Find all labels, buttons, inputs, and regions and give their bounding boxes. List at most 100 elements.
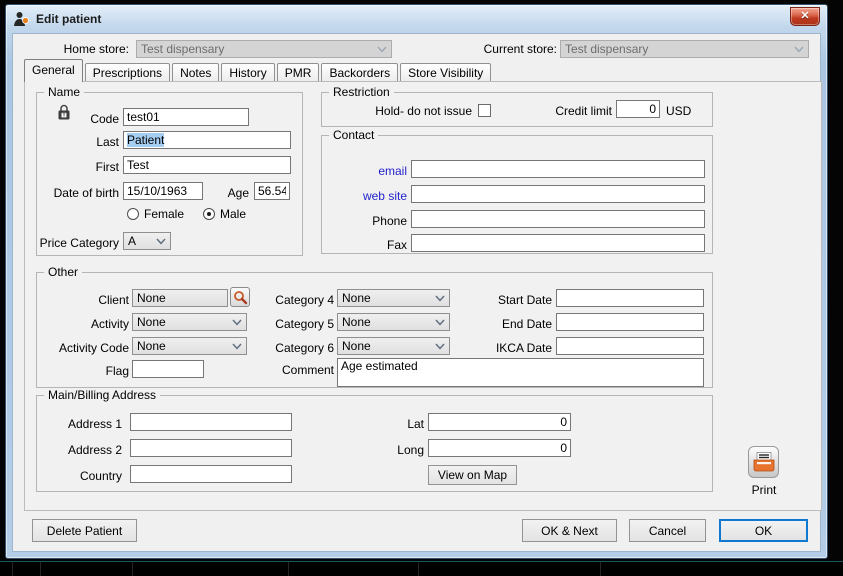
other-group-legend: Other [44,265,82,279]
category4-select[interactable]: None [337,289,450,307]
tab-notes[interactable]: Notes [172,63,219,82]
tab-prescriptions[interactable]: Prescriptions [85,63,170,82]
chevron-down-icon [156,238,166,245]
contact-group-legend: Contact [329,128,378,142]
tab-bar: General Prescriptions Notes History PMR … [24,60,493,82]
credit-limit-field[interactable] [616,100,660,118]
flag-field[interactable] [132,360,204,378]
ikca-date-field[interactable] [556,337,704,355]
ok-next-button[interactable]: OK & Next [522,519,617,542]
ok-button[interactable]: OK [719,519,808,542]
country-field[interactable] [130,465,292,483]
website-label[interactable]: web site [322,187,407,205]
address1-field[interactable] [130,413,292,431]
window-title: Edit patient [36,12,790,26]
price-category-select[interactable]: A [123,232,171,250]
chevron-down-icon [435,343,445,350]
email-field[interactable] [411,160,705,178]
female-radio[interactable]: Female [127,205,184,223]
long-field[interactable] [428,439,571,457]
contact-group: Contact email web site Phone Fax [321,135,713,254]
code-label: Code [37,110,119,128]
tab-general[interactable]: General [24,59,83,82]
male-radio[interactable]: Male [203,205,246,223]
category6-select[interactable]: None [337,337,450,355]
female-radio-circle[interactable] [127,208,139,220]
selected-text: Patient [127,133,164,147]
print-icon [752,451,776,473]
home-store-select: Test dispensary [136,40,392,58]
address-group-legend: Main/Billing Address [44,388,160,402]
address-group: Main/Billing Address Address 1 Address 2… [36,395,713,492]
activity-select[interactable]: None [132,313,247,331]
last-name-field[interactable]: Patient [123,131,291,149]
country-label: Country [37,467,122,485]
patient-icon [13,11,30,27]
phone-label: Phone [322,212,407,230]
category5-label: Category 5 [242,315,334,333]
hold-checkbox[interactable] [478,104,491,117]
age-label: Age [215,184,249,202]
activity-code-select[interactable]: None [132,337,247,355]
first-name-field[interactable] [123,156,291,174]
delete-patient-button[interactable]: Delete Patient [32,519,137,542]
ikca-date-label: IKCA Date [467,339,552,357]
dob-field[interactable] [123,182,203,200]
male-radio-circle[interactable] [203,208,215,220]
lat-field[interactable] [428,413,571,431]
flag-label: Flag [37,362,129,380]
client-field: None [132,289,228,307]
address2-field[interactable] [130,439,292,457]
current-store-select: Test dispensary [560,40,809,58]
chevron-down-icon [435,319,445,326]
edit-patient-window: Edit patient ✕ Home store: Test dispensa… [5,4,828,559]
desktop-background-strip [0,562,843,576]
address2-label: Address 2 [37,441,122,459]
address1-label: Address 1 [37,415,122,433]
view-on-map-button[interactable]: View on Map [428,465,517,485]
fax-field[interactable] [411,234,705,252]
category6-label: Category 6 [242,339,334,357]
general-tab-panel: Name T Code Last Patient First Date of b… [24,81,822,511]
tab-history[interactable]: History [221,63,274,82]
print-label: Print [741,481,787,499]
start-date-label: Start Date [467,291,552,309]
female-radio-label: Female [144,205,184,223]
age-field[interactable] [254,182,290,200]
restriction-group-legend: Restriction [329,85,394,99]
code-field[interactable] [123,108,249,126]
fax-label: Fax [322,236,407,254]
chevron-down-icon [794,46,804,53]
cancel-button[interactable]: Cancel [629,519,706,542]
name-group-legend: Name [44,85,84,99]
dialog-body: Home store: Test dispensary Current stor… [12,33,821,552]
start-date-field[interactable] [556,289,704,307]
name-group: Name T Code Last Patient First Date of b… [36,92,303,256]
phone-field[interactable] [411,210,705,228]
chevron-down-icon [232,319,242,326]
comment-field[interactable]: Age estimated [337,358,704,387]
chevron-down-icon [435,295,445,302]
close-button[interactable]: ✕ [790,7,820,26]
chevron-down-icon [377,46,387,53]
tab-pmr[interactable]: PMR [277,63,320,82]
print-button[interactable] [748,446,779,478]
end-date-field[interactable] [556,313,704,331]
activity-code-label: Activity Code [37,339,129,357]
long-label: Long [367,441,424,459]
tab-backorders[interactable]: Backorders [321,63,398,82]
currency-label: USD [666,102,691,120]
end-date-label: End Date [467,315,552,333]
email-label[interactable]: email [322,162,407,180]
dob-label: Date of birth [37,184,119,202]
category5-select[interactable]: None [337,313,450,331]
restriction-group: Restriction Hold- do not issue Credit li… [321,92,713,127]
comment-label: Comment [242,361,334,379]
tab-store-visibility[interactable]: Store Visibility [400,63,491,82]
client-label: Client [37,291,129,309]
credit-limit-label: Credit limit [532,102,612,120]
titlebar[interactable]: Edit patient ✕ [6,5,827,33]
first-name-label: First [37,158,119,176]
website-field[interactable] [411,185,705,203]
activity-label: Activity [37,315,129,333]
